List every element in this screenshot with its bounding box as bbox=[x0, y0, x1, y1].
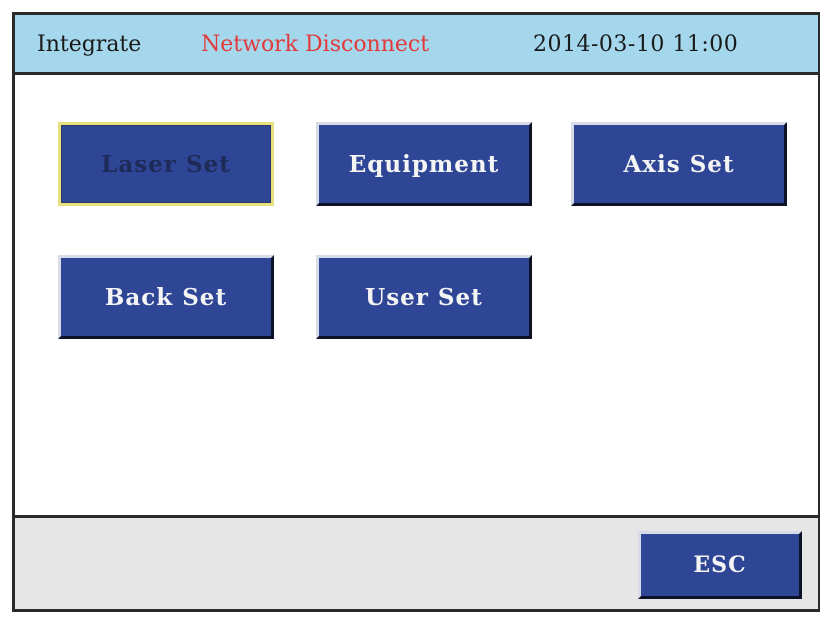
user-set-button[interactable]: User Set bbox=[316, 255, 532, 339]
screen-frame: Integrate Network Disconnect 2014-03-10 … bbox=[12, 12, 820, 612]
back-set-button[interactable]: Back Set bbox=[58, 255, 274, 339]
esc-button[interactable]: ESC bbox=[638, 531, 802, 599]
axis-set-button[interactable]: Axis Set bbox=[571, 122, 787, 206]
network-status: Network Disconnect bbox=[201, 32, 430, 57]
laser-set-button[interactable]: Laser Set bbox=[58, 122, 274, 206]
mode-label: Integrate bbox=[37, 32, 142, 57]
footer-bar: ESC bbox=[15, 515, 818, 609]
settings-menu: Laser Set Equipment Axis Set Back Set Us… bbox=[15, 75, 818, 521]
datetime-display: 2014-03-10 11:00 bbox=[533, 32, 739, 57]
equipment-button[interactable]: Equipment bbox=[316, 122, 532, 206]
title-bar: Integrate Network Disconnect 2014-03-10 … bbox=[15, 15, 818, 75]
